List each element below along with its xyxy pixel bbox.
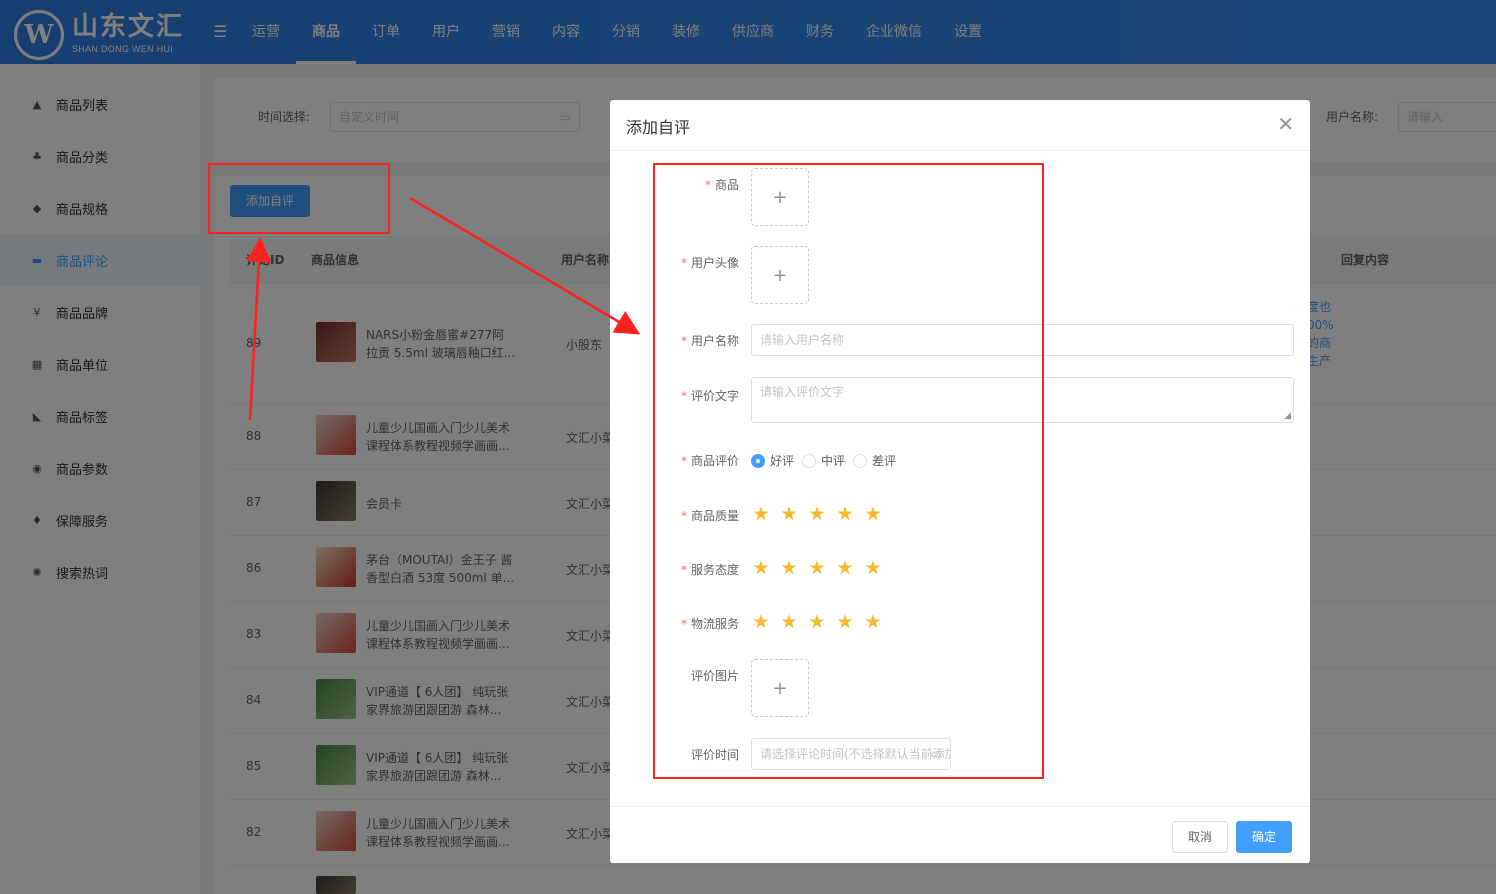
cancel-button[interactable]: 取消: [1172, 821, 1228, 853]
resize-handle-icon[interactable]: ◢: [1284, 411, 1291, 421]
dialog-footer: 取消 确定: [610, 806, 1310, 863]
annotation-highlight-form: [653, 163, 1044, 779]
close-icon[interactable]: ✕: [1277, 114, 1294, 134]
confirm-button[interactable]: 确定: [1236, 821, 1292, 853]
dialog-header: 添加自评 ✕: [610, 100, 1310, 151]
dialog-title: 添加自评: [626, 118, 691, 137]
annotation-highlight-add-button: [208, 163, 390, 234]
